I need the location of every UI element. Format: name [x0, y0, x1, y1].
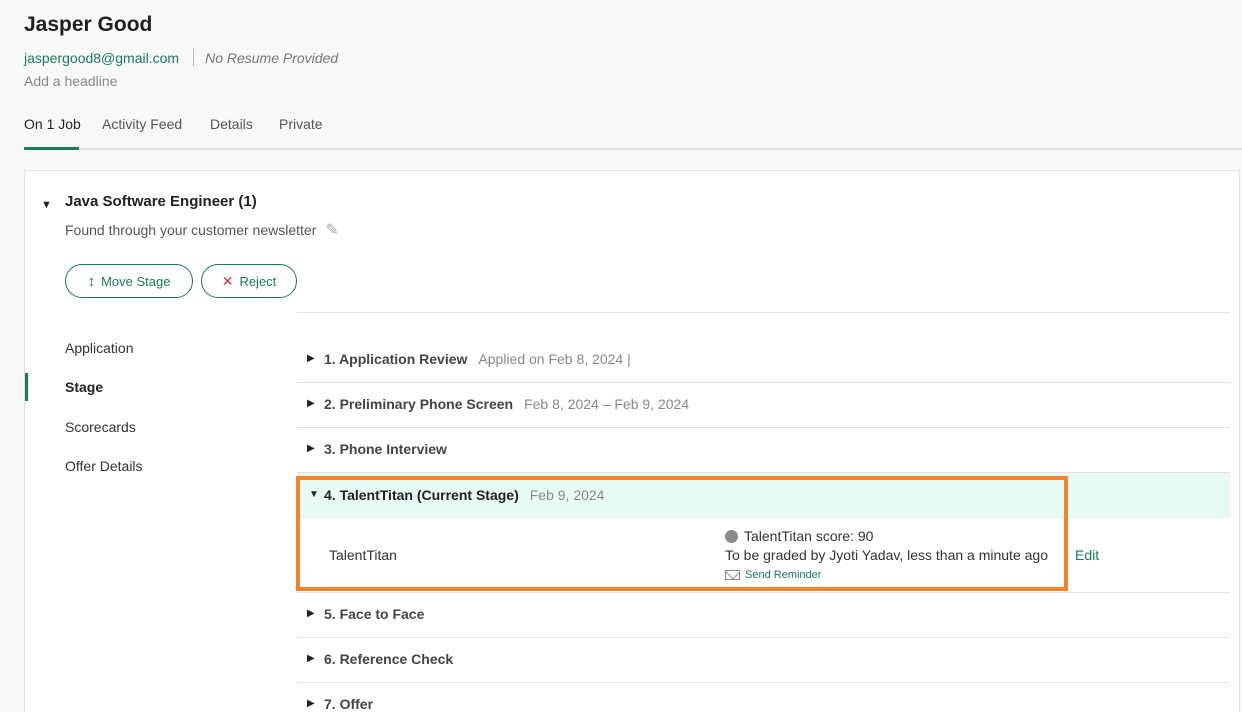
source-text: Found through your customer newsletter: [65, 222, 317, 238]
graded-by-text: To be graded by Jyoti Yadav, less than a…: [725, 547, 1048, 563]
tab-details[interactable]: Details: [210, 116, 253, 132]
edit-link[interactable]: Edit: [1075, 547, 1099, 563]
stage-label: 4. TalentTitan (Current Stage) Feb 9, 202…: [324, 487, 605, 503]
stage-label: 7. Offer: [324, 696, 374, 712]
collapse-arrow-icon[interactable]: ▼: [41, 199, 52, 211]
move-stage-button[interactable]: ↕ Move Stage: [65, 264, 193, 298]
expand-arrow-icon: ▶: [307, 353, 315, 364]
stage-row[interactable]: ▶ 1. Application Review Applied on Feb 8,…: [297, 338, 1230, 383]
tab-activity-feed[interactable]: Activity Feed: [102, 116, 182, 132]
current-stage-header[interactable]: ▼ 4. TalentTitan (Current Stage) Feb 9, 2…: [297, 473, 1230, 518]
divider: [297, 312, 1230, 313]
stage-label: 3. Phone Interview: [324, 441, 447, 457]
candidate-source: Found through your customer newsletter ✎: [65, 220, 339, 240]
stage-label: 1. Application Review Applied on Feb 8, 2…: [324, 351, 631, 367]
stage-label: 2. Preliminary Phone Screen Feb 8, 2024 –…: [324, 396, 690, 412]
stage-row[interactable]: ▶ 5. Face to Face: [297, 593, 1230, 638]
score-line: TalentTitan score: 90: [725, 528, 873, 544]
tab-bar: On 1 Job Activity Feed Details Private: [24, 108, 1242, 150]
contact-row: jaspergood8@gmail.com No Resume Provided: [24, 49, 338, 66]
stage-meta: Applied on Feb 8, 2024 |: [478, 351, 631, 367]
tab-private[interactable]: Private: [279, 116, 323, 132]
stage-label: 6. Reference Check: [324, 651, 454, 667]
expand-arrow-icon: ▶: [307, 398, 315, 409]
stage-row[interactable]: ▶ 2. Preliminary Phone Screen Feb 8, 2024…: [297, 383, 1230, 428]
send-reminder-link[interactable]: Send Reminder: [725, 569, 821, 581]
status-dot-icon: [725, 529, 738, 543]
subnav-application[interactable]: Application: [65, 340, 134, 356]
expand-arrow-icon: ▶: [307, 608, 315, 619]
mail-icon: [725, 570, 740, 580]
subnav-stage[interactable]: Stage: [65, 379, 103, 395]
job-title[interactable]: Java Software Engineer (1): [65, 193, 257, 210]
move-stage-icon: ↕: [87, 272, 96, 290]
divider: [193, 49, 195, 66]
stage-meta: Feb 9, 2024: [529, 487, 605, 503]
current-stage-panel: ▼ 4. TalentTitan (Current Stage) Feb 9, 2…: [297, 473, 1230, 593]
stage-row[interactable]: ▶ 3. Phone Interview: [297, 428, 1230, 473]
expand-arrow-icon: ▶: [307, 698, 315, 709]
stage-row[interactable]: ▶ 6. Reference Check: [297, 638, 1230, 683]
stage-label: 5. Face to Face: [324, 606, 425, 622]
reject-button[interactable]: ✕ Reject: [201, 264, 297, 298]
interview-name: TalentTitan: [329, 547, 397, 563]
active-tab-indicator: [24, 147, 79, 150]
stage-row[interactable]: ▶ 7. Offer: [297, 683, 1230, 712]
stage-meta: Feb 8, 2024 – Feb 9, 2024: [524, 396, 690, 412]
subnav-active-indicator: [25, 373, 28, 401]
candidate-name: Jasper Good: [24, 13, 153, 36]
subnav-offer-details[interactable]: Offer Details: [65, 458, 143, 474]
pencil-icon[interactable]: ✎: [325, 220, 338, 240]
subnav-scorecards[interactable]: Scorecards: [65, 419, 136, 435]
move-stage-label: Move Stage: [101, 273, 171, 289]
score-text: TalentTitan score: 90: [744, 528, 874, 544]
collapse-arrow-icon: ▼: [309, 489, 319, 500]
expand-arrow-icon: ▶: [307, 443, 315, 454]
resume-status: No Resume Provided: [205, 49, 339, 66]
expand-arrow-icon: ▶: [307, 653, 315, 664]
reject-label: Reject: [239, 273, 277, 289]
add-headline-link[interactable]: Add a headline: [24, 73, 117, 89]
job-card: ▼ Java Software Engineer (1) Found throu…: [24, 170, 1240, 712]
send-reminder-label: Send Reminder: [745, 569, 822, 581]
reject-x-icon: ✕: [221, 272, 234, 289]
candidate-email-link[interactable]: jaspergood8@gmail.com: [24, 50, 179, 66]
tab-on-job[interactable]: On 1 Job: [24, 116, 81, 132]
